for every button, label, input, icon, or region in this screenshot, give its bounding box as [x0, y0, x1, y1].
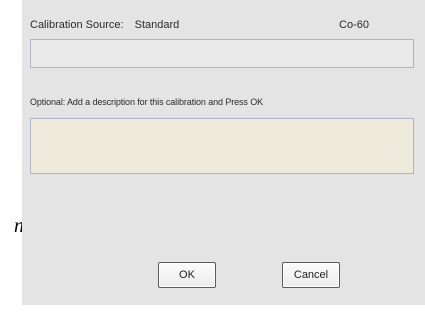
calibration-source-row: Calibration Source: Standard — [30, 19, 179, 31]
description-prompt: Optional: Add a description for this cal… — [30, 97, 264, 107]
calibration-source-label: Calibration Source: — [30, 19, 124, 31]
calibration-source-value: Standard — [134, 19, 180, 31]
isotope-label: Co-60 — [339, 19, 369, 31]
calibration-source-field — [30, 39, 414, 68]
description-input[interactable] — [30, 118, 414, 174]
calibration-dialog: Calibration Source: Standard Co-60 Optio… — [22, 0, 425, 305]
ok-button[interactable]: OK — [158, 262, 216, 288]
margin-text: n — [14, 215, 24, 237]
cancel-button[interactable]: Cancel — [282, 262, 340, 288]
